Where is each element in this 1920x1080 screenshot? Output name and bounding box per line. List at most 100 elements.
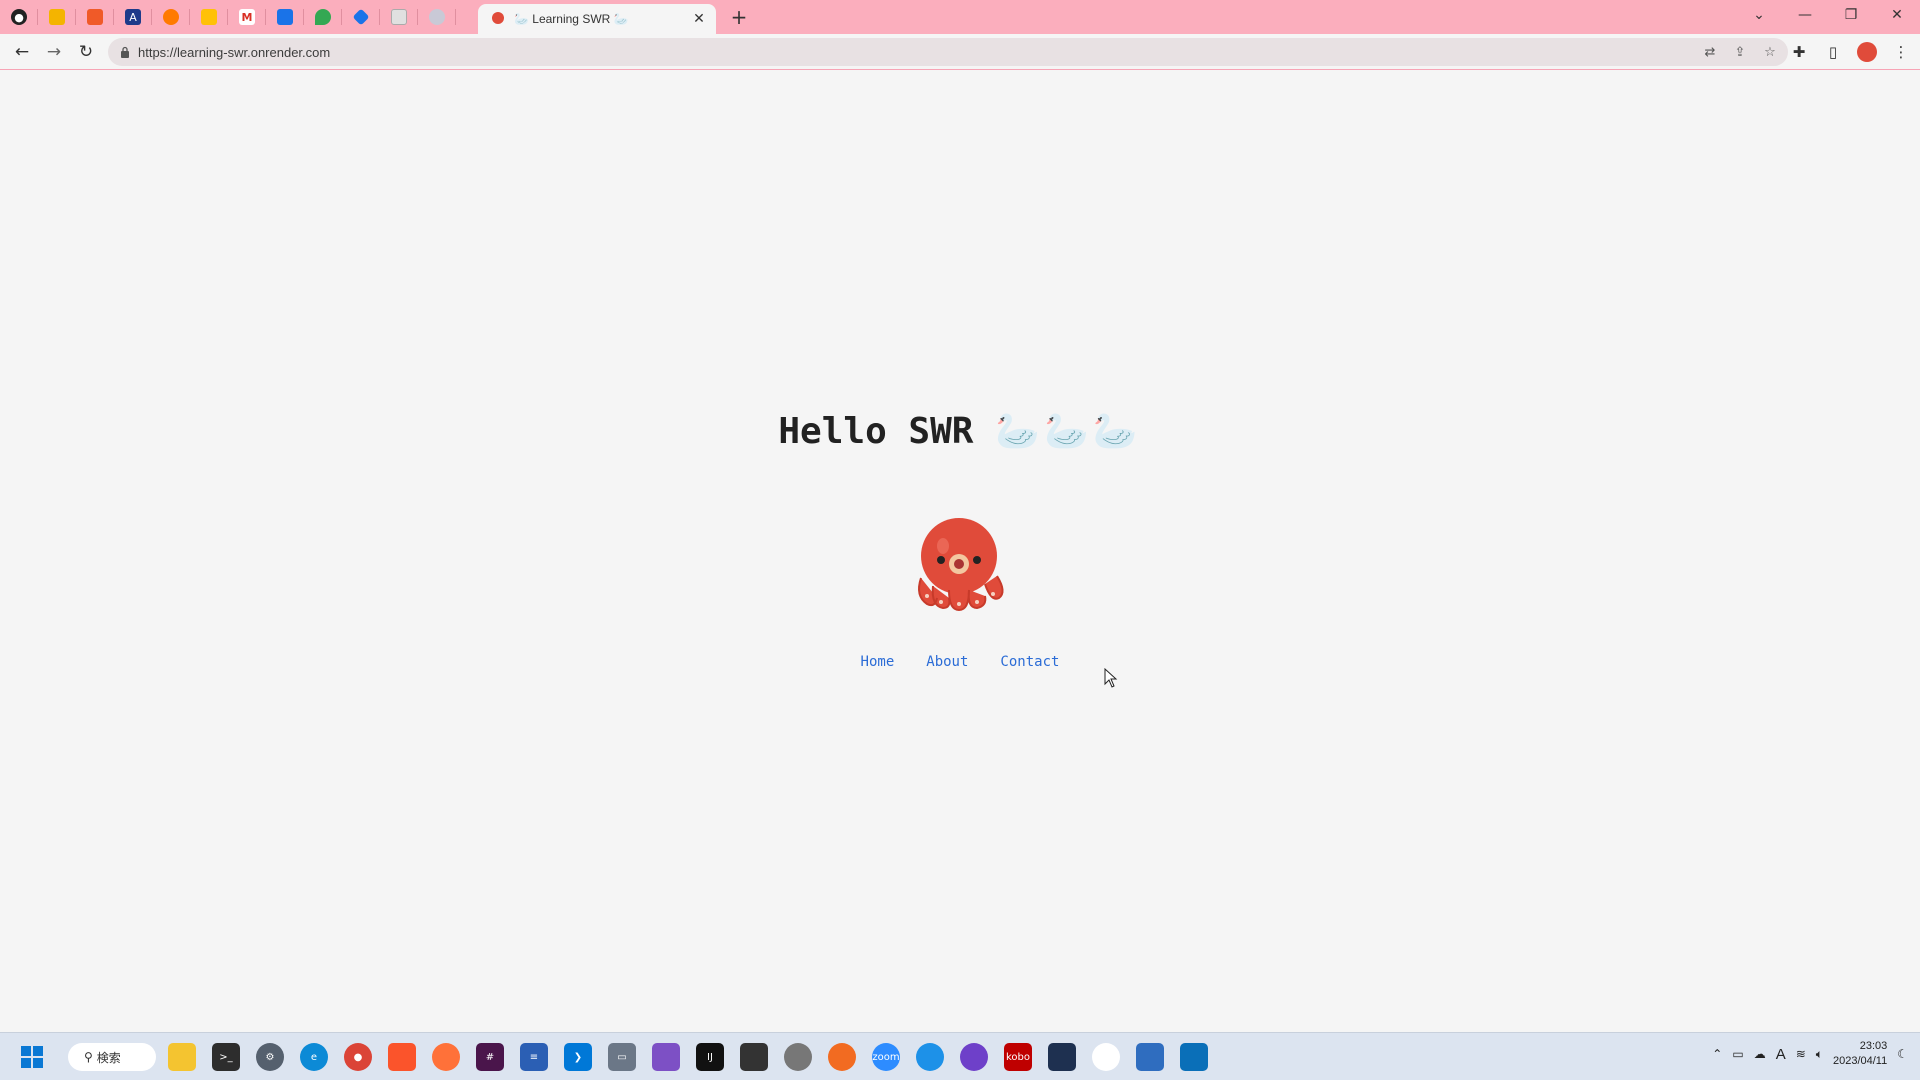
windows-icon bbox=[21, 1046, 43, 1068]
back-button[interactable]: ← bbox=[6, 36, 38, 68]
translate-icon[interactable]: ⇄ bbox=[1700, 42, 1720, 62]
tab-title: 🦢 Learning SWR 🦢 bbox=[514, 12, 629, 26]
search-label: 検索 bbox=[96, 1050, 121, 1065]
page-content: Hello SWR 🦢🦢🦢 Home About Contact bbox=[0, 70, 1920, 1032]
new-tab-button[interactable]: + bbox=[728, 5, 750, 29]
file-explorer-icon[interactable] bbox=[168, 1043, 196, 1071]
nav-link-contact[interactable]: Contact bbox=[1000, 654, 1059, 670]
pinned-tab-github[interactable]: ● bbox=[0, 0, 38, 34]
gmail-icon: M bbox=[239, 9, 255, 25]
taskbar: ⚲ 検索 >_ ⚙ e ● # ≡ ❯ ▭ IJ zoom kobo ⌃ ▭ ☁… bbox=[0, 1032, 1920, 1080]
heading-text: Hello SWR bbox=[778, 411, 974, 452]
visual-studio-icon[interactable] bbox=[652, 1043, 680, 1071]
menu-kebab-icon[interactable]: ⋮ bbox=[1886, 36, 1916, 68]
app-icon[interactable] bbox=[828, 1043, 856, 1071]
display-icon[interactable]: ▭ bbox=[1732, 1047, 1743, 1061]
page-title: Hello SWR 🦢🦢🦢 bbox=[0, 410, 1920, 452]
share-icon[interactable]: ⇪ bbox=[1730, 42, 1750, 62]
pinned-tab-5[interactable] bbox=[152, 0, 190, 34]
app-icon: A bbox=[125, 9, 141, 25]
jetbrains-icon[interactable]: IJ bbox=[696, 1043, 724, 1071]
clock-time: 23:03 bbox=[1859, 1040, 1888, 1052]
app-icon[interactable] bbox=[784, 1043, 812, 1071]
nav-link-about[interactable]: About bbox=[926, 654, 968, 670]
ime-indicator[interactable]: A bbox=[1776, 1046, 1786, 1063]
tab-strip: ● A M 🦢 Learning SWR 🦢 ✕ + ⌄ — ❐ ✕ bbox=[0, 0, 1920, 34]
kobo-icon[interactable]: kobo bbox=[1004, 1043, 1032, 1071]
mongodb-icon[interactable] bbox=[1092, 1043, 1120, 1071]
notepad-icon[interactable]: ≡ bbox=[520, 1043, 548, 1071]
address-bar[interactable]: https://learning-swr.onrender.com ⇄ ⇪ ☆ bbox=[108, 38, 1788, 66]
settings-gear-icon[interactable]: ⚙ bbox=[256, 1043, 284, 1071]
app-icon bbox=[429, 9, 445, 25]
app-icon bbox=[163, 9, 179, 25]
avatar bbox=[1857, 42, 1877, 62]
restore-button[interactable]: ❐ bbox=[1828, 0, 1874, 30]
maps-icon bbox=[315, 9, 331, 25]
clock[interactable]: 23:03 2023/04/11 bbox=[1833, 1039, 1887, 1069]
swan-emoji: 🦢🦢🦢 bbox=[995, 411, 1142, 452]
side-panel-icon[interactable]: ▯ bbox=[1818, 36, 1848, 68]
github-desktop-icon[interactable] bbox=[960, 1043, 988, 1071]
pinned-tab-2[interactable] bbox=[38, 0, 76, 34]
terminal-icon[interactable]: >_ bbox=[212, 1043, 240, 1071]
forward-button[interactable]: → bbox=[38, 36, 70, 68]
vscode-icon[interactable]: ❯ bbox=[564, 1043, 592, 1071]
github-icon: ● bbox=[11, 9, 27, 25]
taskbar-search[interactable]: ⚲ 検索 bbox=[68, 1043, 156, 1071]
system-tray: ⌃ ▭ ☁ A ≋ 🔈︎ 23:03 2023/04/11 ☾ bbox=[1712, 1039, 1908, 1069]
page-icon bbox=[391, 9, 407, 25]
app-icon bbox=[352, 8, 370, 26]
close-window-button[interactable]: ✕ bbox=[1874, 0, 1920, 30]
slack-icon[interactable]: # bbox=[476, 1043, 504, 1071]
calendar-icon bbox=[277, 9, 293, 25]
app-icon[interactable] bbox=[1048, 1043, 1076, 1071]
clock-date: 2023/04/11 bbox=[1832, 1055, 1888, 1067]
pinned-tab-10[interactable] bbox=[342, 0, 380, 34]
pinned-tab-8[interactable] bbox=[266, 0, 304, 34]
pinned-tab-12[interactable] bbox=[418, 0, 456, 34]
app-icon[interactable] bbox=[740, 1043, 768, 1071]
tab-learning-swr[interactable]: 🦢 Learning SWR 🦢 ✕ bbox=[478, 4, 716, 34]
url-text: https://learning-swr.onrender.com bbox=[138, 44, 331, 60]
firefox-icon[interactable] bbox=[432, 1043, 460, 1071]
main-nav: Home About Contact bbox=[0, 654, 1920, 670]
minimize-button[interactable]: — bbox=[1782, 0, 1828, 30]
octopus-logo bbox=[918, 518, 1004, 612]
pinned-tab-6[interactable] bbox=[190, 0, 228, 34]
volume-icon[interactable]: 🔈︎ bbox=[1816, 1047, 1823, 1062]
pinned-tab-11[interactable] bbox=[380, 0, 418, 34]
extensions-icon[interactable]: ✚ bbox=[1784, 36, 1814, 68]
bookmark-star-icon[interactable]: ☆ bbox=[1760, 42, 1780, 62]
pinned-tab-maps[interactable] bbox=[304, 0, 342, 34]
onedrive-icon[interactable]: ☁ bbox=[1754, 1047, 1766, 1061]
close-tab-icon[interactable]: ✕ bbox=[690, 10, 708, 28]
pinned-tab-3[interactable] bbox=[76, 0, 114, 34]
wifi-icon[interactable]: ≋ bbox=[1796, 1047, 1806, 1061]
remote-desktop-icon[interactable]: ▭ bbox=[608, 1043, 636, 1071]
mouse-cursor-icon bbox=[1104, 668, 1118, 688]
pinned-tab-4[interactable]: A bbox=[114, 0, 152, 34]
browser-toolbar: ← → ↻ https://learning-swr.onrender.com … bbox=[0, 34, 1920, 70]
tab-search-button[interactable]: ⌄ bbox=[1736, 0, 1782, 30]
app-icon bbox=[87, 9, 103, 25]
chrome-icon[interactable]: ● bbox=[344, 1043, 372, 1071]
notification-moon-icon[interactable]: ☾ bbox=[1897, 1047, 1908, 1061]
brave-icon[interactable] bbox=[388, 1043, 416, 1071]
zoom-icon[interactable]: zoom bbox=[872, 1043, 900, 1071]
start-button[interactable] bbox=[18, 1043, 46, 1071]
chevron-up-icon[interactable]: ⌃ bbox=[1712, 1047, 1722, 1061]
reload-button[interactable]: ↻ bbox=[70, 36, 102, 68]
search-icon: ⚲ bbox=[84, 1050, 93, 1064]
app-icon bbox=[201, 9, 217, 25]
pinned-tab-gmail[interactable]: M bbox=[228, 0, 266, 34]
app-icon bbox=[49, 9, 65, 25]
profile-avatar[interactable] bbox=[1852, 36, 1882, 68]
docker-icon[interactable] bbox=[916, 1043, 944, 1071]
octopus-favicon-icon bbox=[492, 12, 504, 24]
app-icon[interactable] bbox=[1136, 1043, 1164, 1071]
edge-icon[interactable]: e bbox=[300, 1043, 328, 1071]
nav-link-home[interactable]: Home bbox=[861, 654, 895, 670]
lock-icon bbox=[121, 46, 129, 58]
app-icon[interactable] bbox=[1180, 1043, 1208, 1071]
